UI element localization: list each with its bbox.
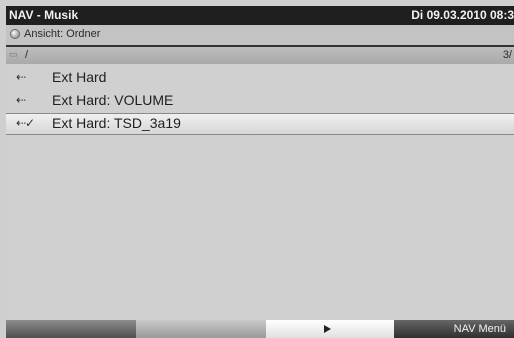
item-count: 3/ [502, 49, 512, 61]
list-item-label: Ext Hard: VOLUME [52, 92, 174, 108]
view-mode-label: Ansicht: Ordner [24, 28, 101, 40]
function-key-bar: NAV Menü [6, 320, 514, 338]
view-mode-bar[interactable]: Ansicht: Ordner [6, 25, 514, 47]
path-bar: ▭ / 3/ [6, 47, 514, 64]
list-item[interactable]: ⇠ Ext Hard: VOLUME [6, 90, 514, 112]
usb-icon: ⇠ [16, 70, 26, 84]
list-item-label: Ext Hard [52, 69, 107, 85]
folder-up-icon[interactable]: ▭ [9, 49, 18, 60]
app-title: NAV - Musik [9, 8, 79, 22]
blue-key-button[interactable]: NAV Menü [394, 320, 514, 338]
nav-menu-label: NAV Menü [453, 323, 506, 335]
red-key-button[interactable] [6, 320, 136, 338]
current-path: / [25, 49, 29, 61]
usb-check-icon: ⇠✓ [16, 116, 35, 130]
date-time: Di 09.03.2010 08:3 [411, 8, 514, 22]
list-item-label: Ext Hard: TSD_3a19 [52, 115, 181, 131]
usb-icon: ⇠ [16, 93, 26, 107]
green-key-button[interactable] [136, 320, 266, 338]
play-icon [324, 325, 331, 333]
title-bar: NAV - Musik Di 09.03.2010 08:3 [6, 6, 514, 25]
yellow-key-button[interactable] [266, 320, 394, 338]
screen-frame: NAV - Musik Di 09.03.2010 08:3 Ansicht: … [6, 6, 514, 338]
file-list: ⇠ Ext Hard ⇠ Ext Hard: VOLUME ⇠✓ Ext Har… [6, 67, 514, 136]
list-item-selected[interactable]: ⇠✓ Ext Hard: TSD_3a19 [6, 113, 514, 135]
disc-icon [10, 29, 20, 39]
list-item[interactable]: ⇠ Ext Hard [6, 67, 514, 89]
